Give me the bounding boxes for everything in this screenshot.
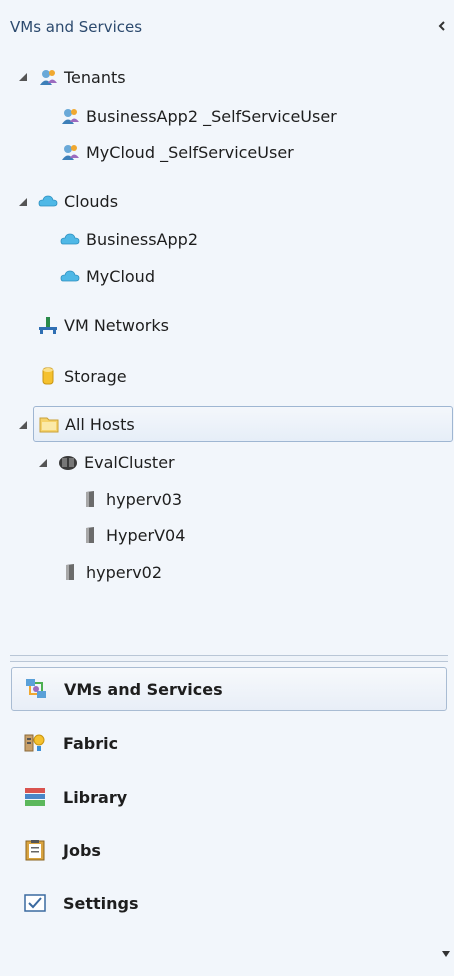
cloud-icon: [38, 195, 58, 207]
server-icon: [86, 491, 94, 507]
workspace-label: Jobs: [63, 840, 101, 860]
tree-item-host[interactable]: hyperv02: [60, 554, 162, 590]
cluster-icon: [59, 456, 77, 470]
collapse-triangle-icon[interactable]: [18, 420, 28, 430]
tree-item-host[interactable]: hyperv03: [80, 481, 182, 517]
tree-item-tenant[interactable]: BusinessApp2 _SelfServiceUser: [60, 98, 337, 134]
workspace-fabric[interactable]: Fabric: [11, 721, 447, 765]
folder-icon: [39, 417, 59, 433]
tree-item-label: All Hosts: [65, 414, 135, 434]
tree-item-label: EvalCluster: [84, 452, 175, 472]
tree-item-clouds[interactable]: Clouds: [38, 183, 118, 219]
tree-item-label: BusinessApp2: [86, 229, 198, 249]
tree-item-all-hosts[interactable]: All Hosts: [33, 406, 453, 442]
tree-item-cloud[interactable]: BusinessApp2: [60, 221, 198, 257]
tree-item-evalcluster[interactable]: EvalCluster: [58, 444, 175, 480]
tree-item-label: Clouds: [64, 191, 119, 211]
collapse-triangle-icon[interactable]: [18, 197, 28, 207]
tenant-icon: [62, 109, 79, 124]
overflow-chevron-icon[interactable]: [441, 950, 451, 958]
tenant-icon: [62, 145, 79, 160]
tree-item-label: BusinessApp2 _SelfServiceUser: [86, 106, 337, 126]
fabric-icon: [24, 734, 45, 752]
workspace-vms-and-services[interactable]: VMs and Services: [11, 667, 447, 711]
cloud-icon: [60, 233, 80, 245]
tenant-icon: [40, 70, 57, 85]
vms-services-icon: [26, 679, 46, 698]
cloud-icon: [60, 270, 80, 282]
workspace-label: VMs and Services: [64, 679, 223, 699]
tree-item-storage[interactable]: Storage: [38, 358, 127, 394]
navigation-pane: VMs and Services Tenants BusinessApp2 _S…: [0, 0, 454, 976]
tree-item-host[interactable]: HyperV04: [80, 517, 185, 553]
tree-item-label: hyperv03: [106, 489, 183, 509]
pane-splitter[interactable]: [10, 655, 448, 662]
library-icon: [25, 788, 45, 806]
tree-item-label: MyCloud: [86, 266, 155, 286]
tree-item-label: Storage: [64, 366, 127, 386]
collapse-triangle-icon[interactable]: [18, 72, 28, 82]
workspace-label: Fabric: [63, 733, 119, 753]
workspace-settings[interactable]: Settings: [11, 881, 447, 925]
workspace-jobs[interactable]: Jobs: [11, 828, 447, 872]
pane-title: VMs and Services: [10, 18, 143, 36]
workspace-label: Settings: [63, 893, 139, 913]
workspace-library[interactable]: Library: [11, 775, 447, 819]
jobs-icon: [25, 840, 45, 861]
tree-item-label: Tenants: [64, 67, 126, 87]
tree-item-cloud[interactable]: MyCloud: [60, 258, 155, 294]
workspace-label: Library: [63, 787, 128, 807]
tree-item-label: hyperv02: [86, 562, 163, 582]
tree-item-tenants[interactable]: Tenants: [38, 59, 126, 95]
collapse-triangle-icon[interactable]: [38, 458, 48, 468]
settings-icon: [24, 894, 46, 912]
server-icon: [66, 564, 74, 580]
chevron-left-icon[interactable]: [437, 20, 447, 32]
storage-icon: [42, 367, 54, 385]
tree-item-vm-networks[interactable]: VM Networks: [38, 307, 169, 343]
vm-network-icon: [39, 317, 57, 334]
tree-item-label: HyperV04: [106, 525, 186, 545]
tree-item-label: VM Networks: [64, 315, 169, 335]
tree-item-label: MyCloud _SelfServiceUser: [86, 142, 294, 162]
pane-header: VMs and Services: [0, 0, 454, 56]
tree-item-tenant[interactable]: MyCloud _SelfServiceUser: [60, 134, 294, 170]
server-icon: [86, 527, 94, 543]
